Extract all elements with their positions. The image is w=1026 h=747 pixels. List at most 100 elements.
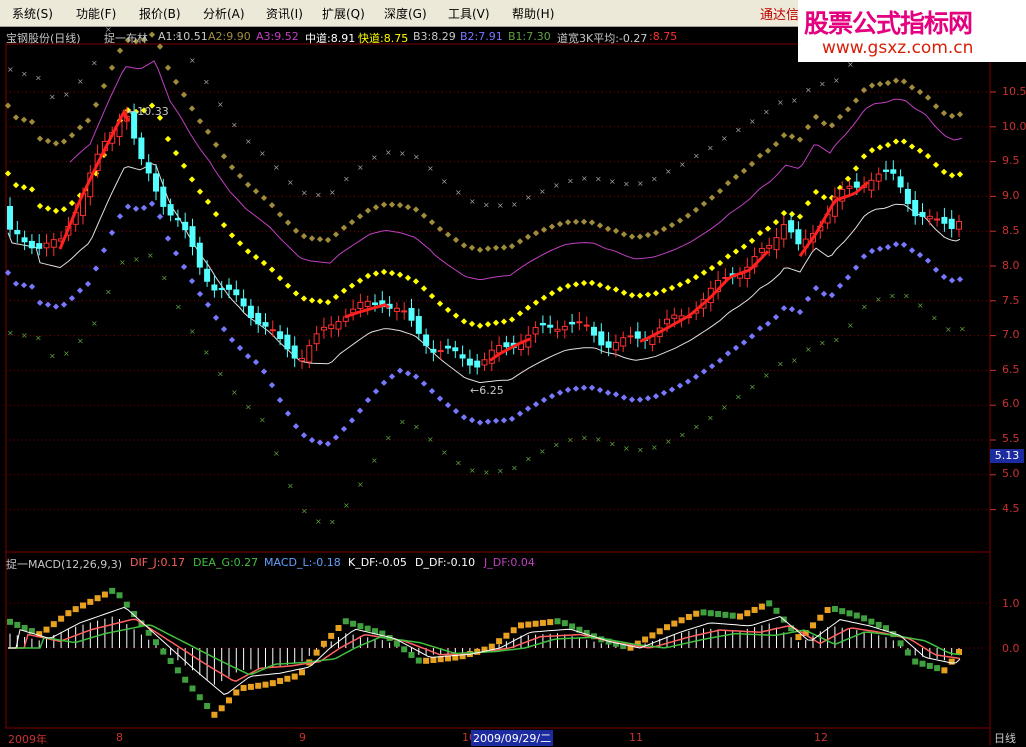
b1-band-cross: ×: [595, 435, 602, 444]
a1-band-cross: ×: [497, 201, 504, 210]
a2-band-dot: [444, 231, 452, 238]
fast-band-dot: [540, 294, 548, 301]
candle-down: [466, 358, 473, 366]
a1-band-cross: ×: [651, 174, 658, 183]
signal-block-orange: [525, 621, 532, 628]
a1-band-cross: ×: [609, 177, 616, 186]
menu-extend[interactable]: 扩展(Q): [322, 5, 365, 22]
fast-band-dot: [236, 240, 244, 247]
candle-down: [262, 322, 269, 327]
a1-band-cross: ×: [385, 148, 392, 157]
signal-block-orange: [539, 619, 546, 626]
b2-band-dot: [548, 392, 556, 400]
b2-band-dot: [788, 306, 796, 313]
sub-tick: 1.0: [1002, 597, 1020, 610]
menu-system[interactable]: 系统(S): [12, 5, 53, 22]
menu-help[interactable]: 帮助(H): [512, 5, 554, 22]
b2-band-dot: [820, 290, 828, 297]
candle-down: [167, 204, 174, 216]
price-tick: 7.5: [1002, 294, 1020, 307]
a2-band-dot: [204, 128, 212, 135]
menu-depth[interactable]: 深度(G): [384, 5, 427, 22]
b1-band-cross: ×: [343, 501, 350, 510]
fast-band-dot: [772, 218, 780, 226]
candle-down: [14, 229, 21, 235]
a2-band-dot: [28, 118, 36, 126]
candle-up: [561, 325, 568, 331]
candle-up: [583, 324, 590, 327]
signal-block-orange: [277, 677, 284, 684]
fast-band-dot: [68, 199, 76, 207]
fast-band-dot: [244, 248, 252, 255]
a1-band-cross: ×: [91, 58, 98, 67]
signal-block-green: [204, 703, 211, 710]
a2-band-dot: [836, 113, 844, 120]
b2-band-dot: [156, 213, 164, 220]
a2-band-dot: [572, 218, 580, 225]
fast-band-dot: [516, 310, 524, 317]
signal-block-orange: [101, 591, 108, 598]
signal-block-orange: [299, 669, 305, 676]
sub-ind-dif: DIF_J:0.17: [130, 556, 185, 569]
b2-band-dot: [76, 287, 84, 294]
candle-down: [890, 169, 897, 174]
fast-band-dot: [164, 135, 172, 143]
signal-block-orange: [817, 614, 824, 621]
date-tick: 9: [299, 731, 306, 744]
candle-up: [320, 326, 327, 331]
menu-analysis[interactable]: 分析(A): [203, 5, 245, 22]
fast-band-dot: [684, 278, 692, 285]
b1-band-cross: ×: [175, 302, 182, 311]
a2-band-dot: [268, 202, 276, 209]
signal-block-orange: [664, 624, 670, 631]
main-pane-frame: [5, 43, 991, 553]
candle-up: [335, 321, 342, 330]
fast-band-dot: [20, 184, 28, 191]
menu-tools[interactable]: 工具(V): [448, 5, 490, 22]
signal-block-green: [116, 592, 123, 599]
fast-band-dot: [276, 275, 284, 282]
kline-chart-canvas[interactable]: × × × × × × × × × × × × × × × × × × × × × × × × × × × × × × × × × × × × × × × ×…: [0, 0, 1026, 745]
fast-band-dot: [628, 292, 636, 299]
fast-band-dot: [444, 306, 452, 313]
fast-band-dot: [316, 298, 324, 305]
a2-band-dot: [828, 122, 836, 129]
b2-band-dot: [236, 344, 244, 352]
a1-band-cross: ×: [259, 149, 266, 158]
fast-band-dot: [804, 200, 812, 207]
b2-band-dot: [268, 381, 276, 389]
fast-band-dot: [492, 319, 500, 326]
a3-band-line: [69, 60, 963, 281]
fast-band-dot: [908, 143, 916, 150]
menu-function[interactable]: 功能(F): [76, 5, 116, 22]
candle-up: [357, 301, 364, 309]
b2-band-dot: [588, 384, 596, 391]
menu-info[interactable]: 资讯(I): [266, 5, 303, 22]
b1-band-cross: ×: [357, 480, 364, 489]
signal-block-orange: [80, 602, 86, 609]
signal-block-green: [831, 605, 838, 612]
b2-band-dot: [916, 251, 924, 259]
candle-down: [569, 321, 576, 325]
fast-band-dot: [740, 243, 748, 250]
watermark-logo: 股票公式指标网 www.gsxz.com.cn: [798, 0, 1026, 62]
signal-block-green: [868, 618, 875, 625]
b2-band-dot: [780, 305, 788, 312]
signal-block-orange: [795, 634, 802, 641]
b2-band-dot: [276, 397, 284, 404]
fast-band-dot: [596, 281, 604, 289]
a2-band-dot: [108, 64, 116, 71]
a2-band-dot: [932, 103, 940, 110]
price-tick: 5.5: [1002, 432, 1020, 445]
b1-band-cross: ×: [49, 352, 56, 361]
b1-band-cross: ×: [287, 481, 294, 490]
candle-down: [948, 218, 955, 229]
period-label[interactable]: 日线: [994, 730, 1016, 746]
candle-down: [853, 181, 860, 188]
menu-quote[interactable]: 报价(B): [139, 5, 181, 22]
candle-down: [503, 342, 510, 348]
candle-down: [634, 331, 641, 339]
b2-band-dot: [148, 200, 156, 207]
a2-band-dot: [308, 235, 316, 242]
signal-block-orange: [496, 638, 503, 645]
